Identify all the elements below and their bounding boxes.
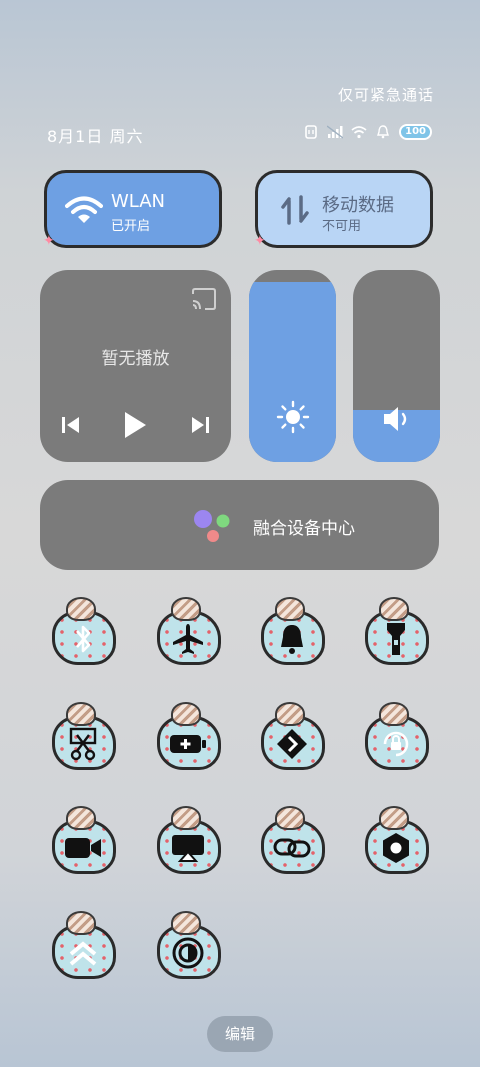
scissors-icon (62, 726, 104, 762)
cream-decoration (275, 806, 305, 830)
wlan-status: 已开启 (111, 219, 151, 234)
toggle-airplane-mode[interactable] (153, 597, 223, 667)
previous-track-icon[interactable] (60, 415, 82, 439)
cast-screen-icon (167, 830, 209, 866)
link-icon (271, 830, 313, 866)
mobile-data-status: 不可用 (322, 219, 362, 234)
wifi-icon (65, 195, 103, 225)
sparkle-decoration: ✦ (43, 233, 55, 249)
bell-icon (271, 621, 313, 657)
cream-decoration (379, 806, 409, 830)
toggle-bluetooth[interactable] (48, 597, 118, 667)
double-chevron-up-icon (62, 935, 104, 971)
cream-decoration (275, 702, 305, 726)
toggle-screenshot[interactable] (48, 702, 118, 772)
edit-button[interactable]: 编辑 (207, 1016, 273, 1052)
date-text: 8月1日 周六 (47, 127, 144, 146)
rotate-lock-icon (375, 726, 417, 762)
volume-slider[interactable] (353, 270, 440, 462)
toggle-scroll-screenshot[interactable] (48, 911, 118, 981)
sparkle-decoration: ✦ (254, 233, 266, 249)
toggle-link[interactable] (257, 806, 327, 876)
cream-decoration (66, 597, 96, 621)
bluetooth-icon (62, 621, 104, 657)
toggle-settings[interactable] (361, 806, 431, 876)
toggle-flashlight[interactable] (361, 597, 431, 667)
bell-status-icon (375, 125, 391, 139)
toggle-auto-rotate[interactable] (361, 702, 431, 772)
toggle-sound[interactable] (257, 597, 327, 667)
next-track-icon[interactable] (189, 415, 211, 439)
cream-decoration (171, 806, 201, 830)
media-player-card[interactable]: 暂无播放 (40, 270, 231, 462)
cream-decoration (66, 911, 96, 935)
wlan-tile[interactable]: WLAN 已开启 ✦ (43, 170, 222, 249)
toggle-battery-saver[interactable] (153, 702, 223, 772)
play-icon[interactable] (122, 410, 148, 444)
mobile-data-title: 移动数据 (322, 195, 394, 216)
mobile-data-icon (276, 195, 314, 225)
video-camera-icon (62, 830, 104, 866)
hexagon-settings-icon (375, 830, 417, 866)
sun-icon (276, 400, 310, 438)
cream-decoration (171, 911, 201, 935)
toggle-share[interactable] (257, 702, 327, 772)
speaker-icon (380, 404, 414, 438)
cream-decoration (275, 597, 305, 621)
cream-decoration (171, 597, 201, 621)
toggle-screen-cast[interactable] (153, 806, 223, 876)
wifi-status-icon (351, 125, 367, 139)
share-arrow-icon (271, 726, 313, 762)
fusion-dots-icon (192, 508, 232, 544)
cream-decoration (66, 806, 96, 830)
battery-level: 100 (399, 124, 432, 140)
vibrate-icon (303, 125, 319, 139)
cream-decoration (379, 597, 409, 621)
toggle-dark-mode[interactable] (153, 911, 223, 981)
airplane-icon (167, 621, 209, 657)
mobile-data-tile[interactable]: 移动数据 不可用 ✦ (254, 170, 433, 249)
cream-decoration (66, 702, 96, 726)
cream-decoration (379, 702, 409, 726)
wlan-title: WLAN (111, 191, 166, 212)
no-playback-text: 暂无播放 (101, 349, 170, 369)
battery-plus-icon (167, 726, 209, 762)
no-signal-icon (327, 125, 344, 139)
toggle-screen-record[interactable] (48, 806, 118, 876)
flashlight-icon (375, 621, 417, 657)
status-icons: 100 (303, 124, 432, 140)
cast-icon[interactable] (191, 288, 217, 314)
brightness-slider[interactable] (249, 270, 336, 462)
contrast-icon (167, 935, 209, 971)
fusion-label: 融合设备中心 (253, 519, 355, 539)
cream-decoration (171, 702, 201, 726)
emergency-call-text: 仅可紧急通话 (337, 86, 434, 104)
device-fusion-center[interactable]: 融合设备中心 (40, 480, 439, 570)
